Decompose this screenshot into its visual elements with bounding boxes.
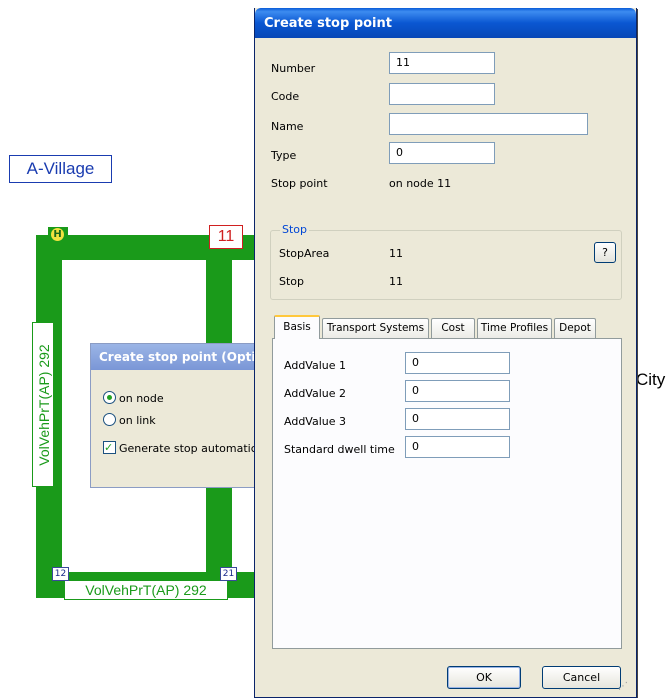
cancel-button[interactable]: Cancel [542, 666, 621, 689]
tab-transport-systems[interactable]: Transport Systems [322, 318, 429, 338]
tab-basis[interactable]: Basis [274, 315, 320, 339]
name-label: Name [271, 120, 304, 133]
stop-group [270, 230, 622, 300]
stop-marker-letter: H [51, 228, 64, 241]
options-dialog: Create stop point (Optio on node on link… [90, 343, 270, 488]
village-label: A-Village [9, 155, 112, 183]
tab-cost[interactable]: Cost [431, 318, 475, 338]
checkbox-checked-icon[interactable] [103, 439, 116, 457]
help-button[interactable]: ? [594, 242, 616, 263]
tab-time-profiles[interactable]: Time Profiles [477, 318, 552, 338]
number-label: Number [271, 62, 316, 75]
name-field[interactable] [389, 113, 588, 135]
volume-label-horizontal: VolVehPrT(AP) 292 [64, 580, 228, 600]
resize-grip-icon[interactable]: ⋰ [618, 680, 632, 694]
addvalue3-label: AddValue 3 [284, 415, 346, 428]
addvalue1-field[interactable]: 0 [405, 352, 510, 374]
stop-group-title: Stop [280, 223, 310, 237]
addvalue2-field[interactable]: 0 [405, 380, 510, 402]
dialog-title[interactable]: Create stop point [255, 8, 636, 38]
dwell-time-field[interactable]: 0 [405, 436, 510, 458]
stoparea-value: 11 [389, 247, 403, 260]
on-node-radio[interactable]: on node [103, 390, 164, 408]
code-label: Code [271, 90, 300, 103]
generate-stop-checkbox[interactable]: Generate stop automatical [103, 439, 267, 458]
node-11-label[interactable]: 11 [209, 225, 243, 249]
number-field[interactable]: 11 [389, 52, 495, 74]
code-field[interactable] [389, 83, 495, 105]
type-label: Type [271, 149, 297, 162]
stop-value: 11 [389, 275, 403, 288]
stop-point-label: Stop point [271, 177, 328, 190]
stop-marker-icon[interactable]: H [48, 227, 68, 243]
ok-button[interactable]: OK [447, 666, 521, 689]
volume-label-vertical: VolVehPrT(AP) 292 [32, 322, 54, 487]
generate-stop-label: Generate stop automatical [119, 442, 267, 455]
stop-label: Stop [279, 275, 305, 288]
dwell-time-label: Standard dwell time [284, 443, 395, 456]
node-12-label[interactable]: 12 [52, 567, 69, 581]
volume-label-vertical-text: VolVehPrT(AP) 292 [36, 344, 52, 466]
node-21-label[interactable]: 21 [220, 567, 237, 581]
options-dialog-title: Create stop point (Optio [91, 344, 269, 370]
addvalue2-label: AddValue 2 [284, 387, 346, 400]
on-link-radio[interactable]: on link [103, 412, 156, 430]
city-label: City [636, 370, 666, 389]
radio-selected-icon[interactable] [103, 391, 116, 404]
addvalue1-label: AddValue 1 [284, 359, 346, 372]
addvalue3-field[interactable]: 0 [405, 408, 510, 430]
type-field[interactable]: 0 [389, 142, 495, 164]
on-node-label: on node [119, 392, 164, 405]
stop-point-value: on node 11 [389, 177, 452, 190]
on-link-label: on link [119, 414, 156, 427]
radio-icon[interactable] [103, 413, 116, 426]
stoparea-label: StopArea [279, 247, 330, 260]
tab-depot[interactable]: Depot [554, 318, 596, 338]
